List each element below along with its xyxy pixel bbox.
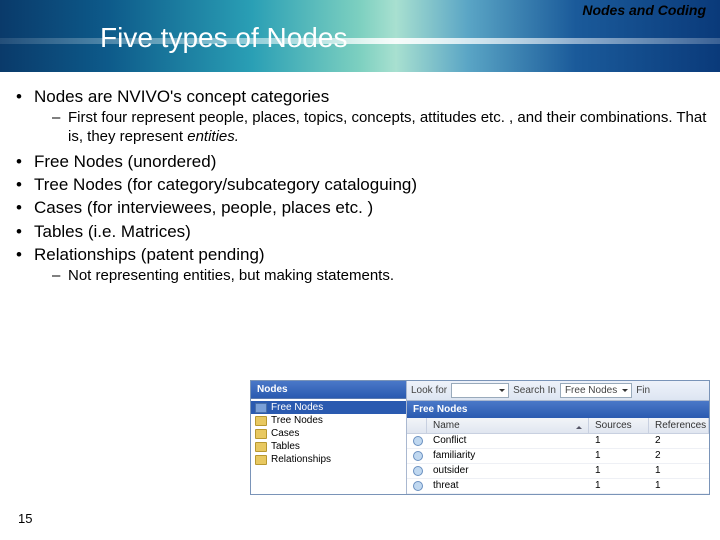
folder-icon: [255, 416, 267, 426]
tree-item-cases[interactable]: Cases: [251, 427, 406, 440]
look-for-dropdown[interactable]: [451, 383, 509, 398]
bullet-text: Tree Nodes (for category/subcategory cat…: [34, 175, 417, 194]
folder-icon: [255, 442, 267, 452]
emphasis-text: entities.: [187, 128, 239, 145]
cell-sources: 1: [589, 449, 649, 463]
tree-item-label: Free Nodes: [271, 402, 323, 413]
cell-refs: 1: [649, 464, 709, 478]
cell-name: outsider: [427, 464, 589, 478]
bullet-item: Relationships (patent pending) Not repre…: [10, 244, 710, 286]
section-label: Nodes and Coding: [582, 2, 706, 18]
slide-title: Five types of Nodes: [100, 22, 347, 54]
table-row[interactable]: threat 1 1: [407, 479, 709, 494]
col-header-icon[interactable]: [407, 418, 427, 433]
tree-item-label: Relationships: [271, 454, 331, 465]
bullet-text: Relationships (patent pending): [34, 245, 265, 264]
tree-item-label: Cases: [271, 428, 299, 439]
detail-panel-title: Free Nodes: [407, 401, 709, 418]
bullet-item: Tables (i.e. Matrices): [10, 221, 710, 242]
tree-item-relationships[interactable]: Relationships: [251, 453, 406, 466]
bullet-item: Cases (for interviewees, people, places …: [10, 197, 710, 218]
cell-name: threat: [427, 479, 589, 493]
node-icon: [413, 481, 423, 491]
bullet-text: Nodes are NVIVO's concept categories: [34, 87, 329, 106]
node-icon: [413, 451, 423, 461]
cell-name: Conflict: [427, 434, 589, 448]
nav-panel-title: Nodes: [251, 381, 406, 399]
cell-sources: 1: [589, 479, 649, 493]
node-icon: [413, 436, 423, 446]
detail-panel: Look for Search In Free Nodes Fin Free N…: [406, 381, 709, 494]
tree-item-label: Tables: [271, 441, 300, 452]
bullet-item: Free Nodes (unordered): [10, 151, 710, 172]
sub-bullet-text: Not representing entities, but making st…: [68, 267, 394, 284]
bullet-text: Cases (for interviewees, people, places …: [34, 198, 373, 217]
col-label: Name: [433, 420, 460, 431]
col-header-sources[interactable]: Sources: [589, 418, 649, 433]
sub-bullet-text: First four represent people, places, top…: [68, 109, 706, 145]
col-header-name[interactable]: Name: [427, 418, 589, 433]
tree-item-free-nodes[interactable]: Free Nodes: [251, 401, 406, 414]
embedded-screenshot: Nodes Free Nodes Tree Nodes Cases Tables…: [250, 380, 710, 495]
nav-panel: Nodes Free Nodes Tree Nodes Cases Tables…: [251, 381, 406, 494]
column-headers: Name Sources References: [407, 418, 709, 434]
sort-indicator-icon: [576, 423, 582, 429]
bullet-item: Tree Nodes (for category/subcategory cat…: [10, 174, 710, 195]
cell-refs: 2: [649, 434, 709, 448]
search-in-label: Search In: [513, 385, 556, 396]
table-row[interactable]: familiarity 1 2: [407, 449, 709, 464]
search-toolbar: Look for Search In Free Nodes Fin: [407, 381, 709, 401]
nav-tree: Free Nodes Tree Nodes Cases Tables Relat…: [251, 399, 406, 494]
bullet-text: Tables (i.e. Matrices): [34, 222, 191, 241]
tree-item-tree-nodes[interactable]: Tree Nodes: [251, 414, 406, 427]
cell-sources: 1: [589, 464, 649, 478]
folder-icon: [255, 403, 267, 413]
table-row[interactable]: Conflict 1 2: [407, 434, 709, 449]
node-icon: [413, 466, 423, 476]
cell-refs: 2: [649, 449, 709, 463]
sub-bullet-item: First four represent people, places, top…: [34, 109, 710, 147]
table-row[interactable]: outsider 1 1: [407, 464, 709, 479]
tree-item-label: Tree Nodes: [271, 415, 323, 426]
find-label: Fin: [636, 385, 650, 396]
cell-sources: 1: [589, 434, 649, 448]
col-header-references[interactable]: References: [649, 418, 709, 433]
slide-header: Nodes and Coding Five types of Nodes: [0, 0, 720, 72]
cell-refs: 1: [649, 479, 709, 493]
slide-body: Nodes are NVIVO's concept categories Fir…: [0, 72, 720, 286]
tree-item-tables[interactable]: Tables: [251, 440, 406, 453]
search-in-dropdown[interactable]: Free Nodes: [560, 383, 632, 398]
folder-icon: [255, 455, 267, 465]
table-body: Conflict 1 2 familiarity 1 2 outsider 1 …: [407, 434, 709, 494]
folder-icon: [255, 429, 267, 439]
bullet-text: Free Nodes (unordered): [34, 152, 216, 171]
slide-number: 15: [18, 511, 32, 526]
sub-bullet-item: Not representing entities, but making st…: [34, 267, 710, 286]
look-for-label: Look for: [411, 385, 447, 396]
cell-name: familiarity: [427, 449, 589, 463]
bullet-item: Nodes are NVIVO's concept categories Fir…: [10, 86, 710, 147]
